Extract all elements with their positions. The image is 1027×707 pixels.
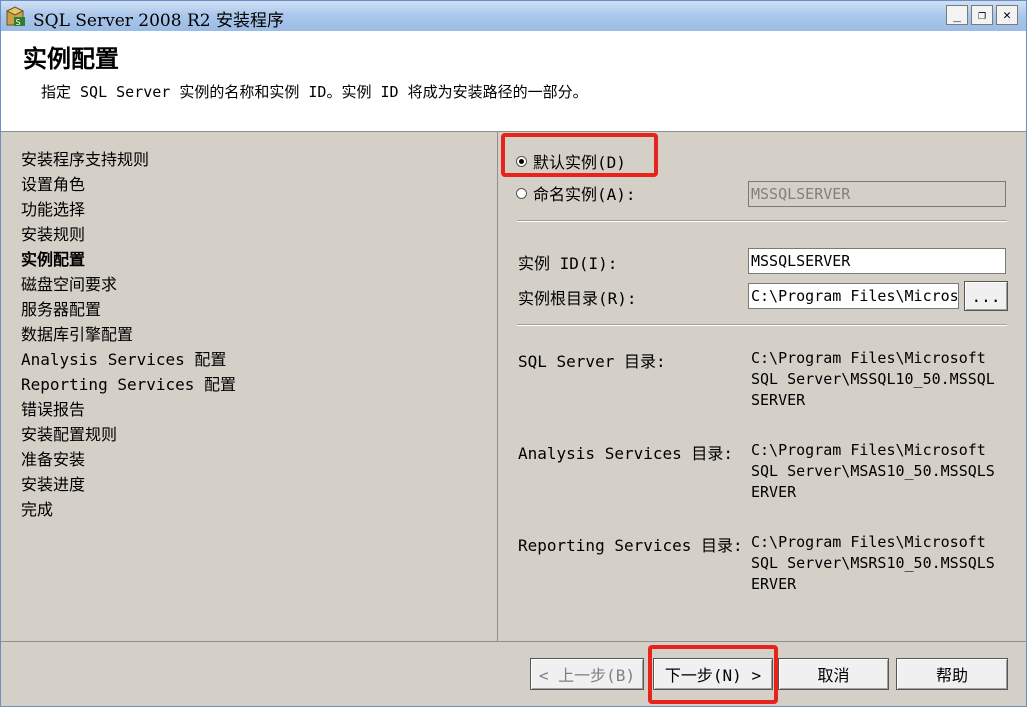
window-title: SQL Server 2008 R2 安装程序	[33, 11, 284, 31]
step-navigation: 安装程序支持规则 设置角色功能选择安装规则实例配置磁盘空间要求 服务器配置数据库引擎…	[1, 132, 497, 641]
directory-path: C:\Program Files\Microsoft SQL Server\MS…	[751, 349, 995, 409]
page-header: 实例配置 指定 SQL Server 实例的名称和实例 ID。实例 ID 将成为…	[1, 31, 1026, 132]
named-instance-radio[interactable]	[516, 188, 527, 199]
named-instance-input: MSSQLSERVER	[748, 181, 1006, 207]
highlight-default-instance	[501, 133, 658, 177]
nav-item: Reporting Services 配置	[21, 375, 237, 394]
back-button[interactable]: < 上一步(B)	[530, 658, 644, 690]
close-button[interactable]: ✕	[996, 5, 1018, 25]
instance-id-label: 实例 ID(I):	[518, 254, 618, 273]
nav-item: 安装程序支持规则	[21, 150, 150, 169]
nav-item: 数据库引擎配置	[21, 325, 134, 344]
minimize-button[interactable]: _	[946, 5, 968, 25]
footer-divider	[1, 641, 1026, 642]
cancel-button[interactable]: 取消	[778, 658, 889, 690]
setup-box-icon: S	[5, 6, 25, 27]
nav-item: 安装进度	[21, 475, 86, 494]
instance-id-input[interactable]: MSSQLSERVER	[748, 248, 1006, 274]
directory-path: C:\Program Files\Microsoft SQL Server\MS…	[751, 533, 995, 593]
directory-label: Reporting Services 目录:	[518, 536, 743, 555]
nav-item: 错误报告	[21, 400, 86, 419]
svg-text:S: S	[16, 18, 21, 27]
title-bar[interactable]: S SQL Server 2008 R2 安装程序 _ ❐ ✕	[1, 1, 1026, 31]
nav-item: Analysis Services 配置	[21, 350, 227, 369]
restore-button[interactable]: ❐	[971, 5, 993, 25]
separator	[517, 324, 1007, 326]
instance-panel: 默认实例(D) 命名实例(A): MSSQLSERVER 实例 ID(I): M…	[498, 132, 1026, 642]
nav-item: 设置角色	[21, 175, 86, 194]
help-button[interactable]: 帮助	[896, 658, 1008, 690]
nav-item: 安装配置规则	[21, 425, 118, 444]
directory-label: Analysis Services 目录:	[518, 444, 734, 463]
nav-item: 安装规则	[21, 225, 86, 244]
nav-item: 实例配置	[21, 250, 86, 269]
close-icon: ✕	[1003, 7, 1011, 23]
nav-item: 完成	[21, 500, 54, 519]
nav-item: 磁盘空间要求	[21, 275, 118, 294]
named-instance-label[interactable]: 命名实例(A):	[533, 181, 636, 205]
nav-item: 服务器配置	[21, 300, 102, 319]
instance-root-label: 实例根目录(R):	[518, 289, 637, 308]
highlight-next-button	[648, 645, 778, 704]
page-description: 指定 SQL Server 实例的名称和实例 ID。实例 ID 将成为安装路径的…	[41, 83, 588, 101]
restore-icon: ❐	[978, 7, 986, 23]
directory-label: SQL Server 目录:	[518, 352, 666, 371]
directory-path: C:\Program Files\Microsoft SQL Server\MS…	[751, 441, 995, 501]
instance-root-input[interactable]: C:\Program Files\Microsoft SQL Server\	[748, 283, 959, 309]
page-title: 实例配置	[23, 45, 119, 73]
minimize-icon: _	[953, 7, 961, 23]
installer-window: S SQL Server 2008 R2 安装程序 _ ❐ ✕ 实例配置 指定 …	[0, 0, 1027, 707]
separator	[517, 220, 1007, 222]
nav-item: 准备安装	[21, 450, 86, 469]
browse-button[interactable]: ...	[964, 281, 1008, 311]
nav-item: 功能选择	[21, 200, 86, 219]
